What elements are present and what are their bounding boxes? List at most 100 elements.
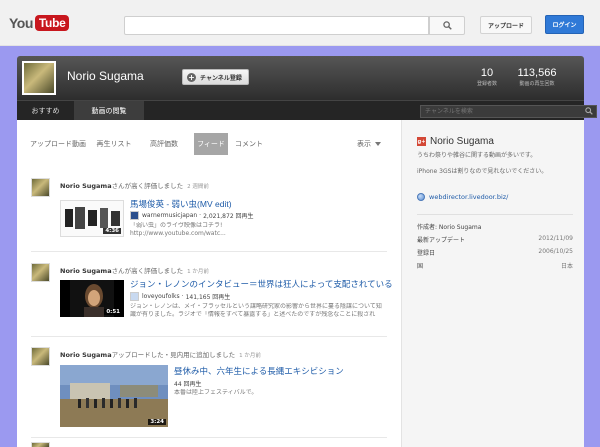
channel-content: アップロード動画 再生リスト 高評価数 フィード コメント 表示 Norio S…	[17, 120, 584, 447]
login-button[interactable]: ログイン	[545, 15, 584, 34]
subscribers-stat: 10 登録者数	[472, 67, 502, 87]
info-key: 登録日	[417, 250, 436, 257]
globe-icon	[417, 193, 425, 201]
video-desc-1: 本番は陸上フェスティバルで。	[174, 389, 258, 396]
search-input[interactable]	[124, 16, 429, 35]
upload-button[interactable]: アップロード	[480, 16, 532, 34]
sidebar-title: g+ Norio Sugama	[417, 136, 494, 147]
video-title[interactable]: ジョン・レノンのインタビュー＝世界は狂人によって支配されている	[130, 278, 393, 290]
feed-user[interactable]: Norio Sugama	[60, 267, 112, 275]
info-key: 国	[417, 263, 424, 270]
video-thumbnail[interactable]: 0:51	[60, 280, 124, 317]
subscribe-button[interactable]: + チャンネル登録	[182, 69, 249, 85]
channel-icon[interactable]	[130, 292, 139, 301]
video-thumbnail[interactable]: 3:24	[60, 365, 168, 427]
channel-name[interactable]: Norio Sugama	[67, 69, 144, 83]
info-value: 日本	[560, 263, 573, 270]
views-count: 113,566	[517, 67, 557, 79]
subtab-uploads[interactable]: アップロード動画	[27, 133, 89, 155]
youtube-logo[interactable]: You Tube	[9, 14, 70, 32]
subscribers-count: 10	[480, 67, 494, 79]
channel-icon[interactable]	[130, 211, 139, 220]
feed-user[interactable]: Norio Sugama	[60, 182, 112, 190]
sidebar-link-text[interactable]: webdirector.livedoor.biz/	[429, 193, 508, 201]
channel-search[interactable]	[420, 105, 597, 118]
channel-search-input[interactable]	[421, 106, 581, 117]
video-views: 2,021,872 回再生	[203, 213, 254, 220]
feed-avatar[interactable]	[31, 263, 50, 282]
logo-tube: Tube	[34, 15, 70, 31]
video-meta: loveyoufolks · 141,165 回再生	[130, 292, 230, 301]
video-meta: warnermusicjapan · 2,021,872 回再生	[130, 211, 254, 220]
feed-action: さんが高く評価しました	[111, 267, 184, 275]
meta-separator: ·	[181, 293, 184, 300]
subtab-feed[interactable]: フィード	[194, 133, 228, 155]
channel-header: Norio Sugama + チャンネル登録 10 登録者数 113,566 動…	[17, 56, 584, 100]
video-desc-2: 識が有りました。ラジオで「情報をすべて暴露する」と述べたのですが残念なことに殺さ…	[130, 311, 376, 318]
google-plus-icon[interactable]: g+	[417, 137, 426, 146]
display-dropdown[interactable]: 表示	[357, 133, 381, 155]
feed-divider	[31, 336, 387, 337]
feed-user[interactable]: Norio Sugama	[60, 351, 112, 359]
feed-header: Norio Sugamaアップロードした・見内用に追加しました 1 か月前	[60, 349, 261, 359]
video-channel[interactable]: warnermusicjapan	[142, 212, 197, 219]
info-value: 2012/11/09	[538, 235, 573, 242]
feed-action: アップロードした・見内用に追加しました	[111, 351, 236, 359]
logo-you: You	[9, 15, 33, 31]
video-desc-1: 「弱い虫」のライヴ映像はコチラ!	[130, 222, 223, 229]
feed-time: 1 か月前	[239, 353, 261, 359]
sidebar-divider	[417, 214, 573, 215]
views-label: 動画の再生回数	[519, 81, 555, 87]
meta-separator: ·	[199, 212, 202, 219]
chevron-down-icon	[375, 142, 381, 146]
info-row: 登録日 2006/10/25	[417, 248, 573, 257]
video-channel[interactable]: loveyoufolks	[142, 293, 180, 300]
video-duration: 0:51	[104, 309, 122, 315]
video-title[interactable]: 馬場俊英 - 弱い虫(MV edit)	[130, 198, 232, 210]
feed-divider	[31, 437, 387, 438]
search-button[interactable]	[429, 16, 465, 35]
info-key: 最新アップデート	[417, 237, 466, 244]
search-icon[interactable]	[585, 107, 593, 115]
info-value: 2006/10/25	[538, 248, 573, 255]
masthead: You Tube アップロード ログイン	[0, 0, 600, 46]
video-thumbnail[interactable]: 4:36	[60, 200, 124, 237]
search-icon	[442, 21, 452, 30]
tab-featured[interactable]: おすすめ	[17, 101, 74, 120]
about-sidebar: g+ Norio Sugama うちわ祭りや雑谷に関する動画が多いです。 iPh…	[401, 120, 584, 447]
feed-avatar[interactable]	[31, 178, 50, 197]
feed-header: Norio Sugamaさんが高く評価しました 2 週間前	[60, 180, 209, 190]
feed-time: 1 か月前	[187, 269, 209, 275]
info-row: 作成者: Norio Sugama	[417, 222, 573, 231]
feed-header: Norio Sugamaさんが高く評価しました 1 か月前	[60, 265, 209, 275]
info-row: 最新アップデート 2012/11/09	[417, 235, 573, 244]
feed-action: さんが高く評価しました	[111, 182, 184, 190]
feed-avatar[interactable]	[31, 347, 50, 366]
subtab-comments[interactable]: コメント	[231, 133, 267, 155]
video-duration: 4:36	[103, 228, 121, 234]
video-title[interactable]: 昼休み中、六年生による長縄エキシビション	[174, 365, 344, 377]
sidebar-name[interactable]: Norio Sugama	[430, 136, 494, 147]
sidebar-description-2: iPhone 3GSは割りなので見れないでください。	[417, 168, 548, 175]
info-key: 作成者: Norio Sugama	[417, 224, 482, 231]
video-views: 141,165 回再生	[185, 294, 231, 301]
feed-item: Norio Sugamaアップロードした・見内用に追加しました 1 か月前 3:…	[31, 347, 387, 427]
thumbnail-image	[60, 365, 168, 427]
video-views: 44 回再生	[174, 381, 202, 388]
subscribe-label: チャンネル登録	[200, 74, 242, 82]
sidebar-link[interactable]: webdirector.livedoor.biz/	[417, 193, 508, 201]
sidebar-description-1: うちわ祭りや雑谷に関する動画が多いです。	[417, 152, 537, 159]
info-row: 国 日本	[417, 261, 573, 270]
feed-time: 2 週間前	[187, 184, 209, 190]
video-desc-2: http://www.youtube.com/watc...	[130, 230, 226, 237]
feed-avatar[interactable]	[31, 442, 50, 447]
channel-avatar[interactable]	[22, 61, 56, 95]
subscribers-label: 登録者数	[476, 81, 497, 87]
subtab-playlists[interactable]: 再生リスト	[89, 133, 139, 155]
video-duration: 3:24	[148, 419, 166, 425]
display-label: 表示	[357, 140, 371, 148]
feed-item: Norio Sugamaさんが高く評価しました 2 週間前 4:36 馬場俊英 -…	[31, 178, 387, 248]
feed-divider	[31, 251, 387, 252]
tab-browse-videos[interactable]: 動画の閲覧	[74, 101, 144, 120]
subtab-liked[interactable]: 高評価数	[139, 133, 189, 155]
